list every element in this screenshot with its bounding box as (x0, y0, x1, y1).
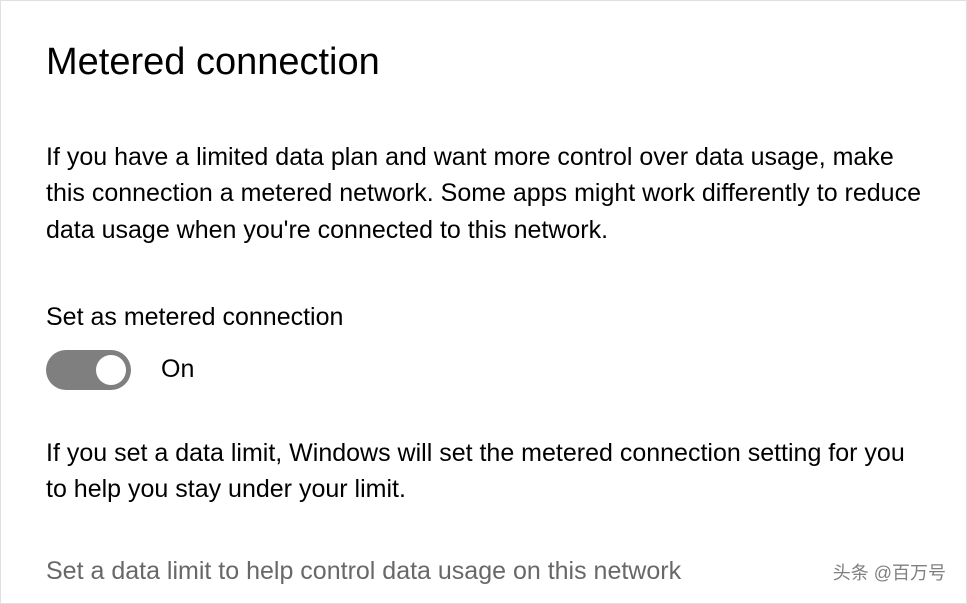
data-limit-description: If you set a data limit, Windows will se… (46, 435, 931, 508)
toggle-knob (96, 355, 126, 385)
toggle-state-text: On (161, 355, 194, 384)
set-data-limit-link[interactable]: Set a data limit to help control data us… (46, 557, 681, 585)
page-title: Metered connection (46, 41, 931, 84)
toggle-label: Set as metered connection (46, 303, 931, 332)
watermark: 头条 @百万号 (833, 559, 946, 585)
metered-description: If you have a limited data plan and want… (46, 139, 931, 248)
toggle-row: On (46, 350, 931, 390)
metered-toggle-switch[interactable] (46, 350, 131, 390)
